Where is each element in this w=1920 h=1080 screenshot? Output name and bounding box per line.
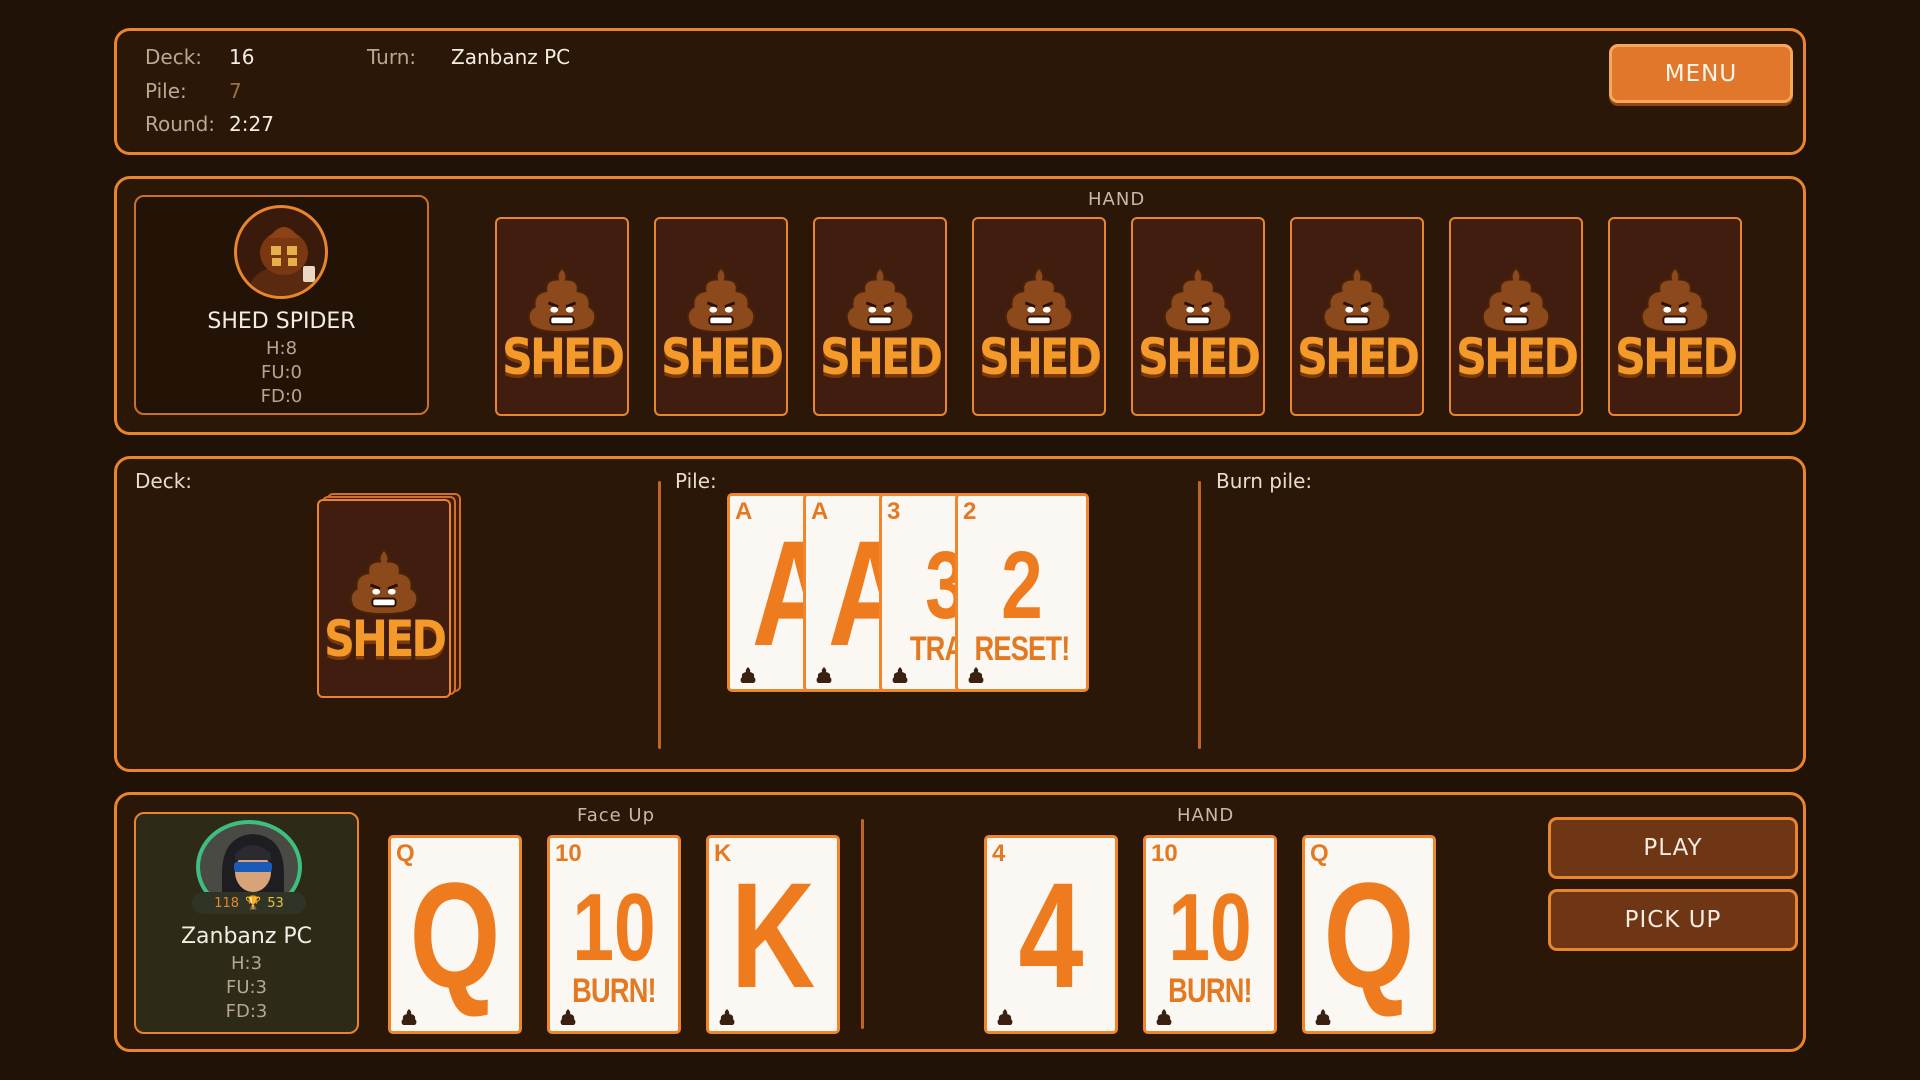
corner-poo-icon <box>1156 1009 1172 1025</box>
poo-mascot-icon <box>686 266 756 334</box>
face-up-card[interactable]: KK <box>706 835 840 1034</box>
card-back-text: SHED <box>1455 329 1579 387</box>
opponent-hand-card: SHED <box>972 217 1106 416</box>
poo-mascot-icon <box>1640 266 1710 334</box>
card-value: 4 <box>1018 851 1084 1019</box>
pile-card: 2 2 RESET! <box>955 493 1089 692</box>
opponent-panel: SHED SPIDER H:8 FU:0 FD:0 HAND SHED SHED S… <box>114 176 1806 435</box>
status-bar: Deck: 16 Pile: 7 Round: 2:27 Turn: Zanbanz P… <box>114 28 1806 155</box>
burn-pile-label: Burn pile: <box>1216 469 1313 493</box>
opponent-card: SHED SPIDER H:8 FU:0 FD:0 <box>134 195 429 415</box>
card-value: K <box>730 851 816 1019</box>
hand-card[interactable]: 10 10 BURN! <box>1143 835 1277 1034</box>
opponent-hand-card: SHED <box>495 217 629 416</box>
card-back-text: SHED <box>323 611 447 669</box>
trophies-count: 53 <box>267 895 284 911</box>
opponent-hand-card: SHED <box>1131 217 1265 416</box>
card-back-text: SHED <box>1614 329 1738 387</box>
poo-mascot-icon <box>1004 266 1074 334</box>
corner-poo-icon <box>401 1009 417 1025</box>
opponent-hand-label: HAND <box>1088 189 1146 210</box>
poo-mascot-icon <box>1163 266 1233 334</box>
corner-poo-icon <box>968 667 984 683</box>
poo-mascot-icon <box>1322 266 1392 334</box>
opponent-name: SHED SPIDER <box>207 309 356 334</box>
card-value: 2 <box>1001 532 1043 639</box>
card-effect: BURN! <box>572 972 656 1010</box>
player-badge: 118 🏆 53 <box>192 892 306 914</box>
hand-card[interactable]: QQ <box>1302 835 1436 1034</box>
player-face-up-count: FU:3 <box>225 977 268 998</box>
opponent-face-up-count: FU:0 <box>260 362 303 383</box>
pick-up-button[interactable]: PICK UP <box>1548 889 1798 951</box>
card-effect: BURN! <box>1168 972 1252 1010</box>
coins-count: 118 <box>214 895 240 911</box>
divider <box>658 481 661 749</box>
opponent-hand-card: SHED <box>813 217 947 416</box>
opponent-face-down-count: FD:0 <box>260 386 303 407</box>
card-effect: RESET! <box>974 630 1071 668</box>
opponent-hand-card: SHED <box>1290 217 1424 416</box>
opponent-avatar <box>234 205 328 299</box>
player-name: Zanbanz PC <box>180 924 313 949</box>
player-panel: 118 🏆 53 Zanbanz PC H:3 FU:3 FD:3 Face U… <box>114 792 1806 1052</box>
poo-mascot-icon <box>845 266 915 334</box>
corner-poo-icon <box>719 1009 735 1025</box>
turn-indicator: Turn: Zanbanz PC <box>367 45 571 69</box>
corner-poo-icon <box>892 667 908 683</box>
corner-poo-icon <box>560 1009 576 1025</box>
card-back-text: SHED <box>978 329 1102 387</box>
corner-poo-icon <box>1315 1009 1331 1025</box>
opponent-hand-card: SHED <box>1449 217 1583 416</box>
pile-count: Pile: 7 <box>145 79 242 103</box>
card-back-text: SHED <box>819 329 943 387</box>
deck-count: Deck: 16 <box>145 45 255 69</box>
card-rank: 10 <box>555 840 582 867</box>
deck-top-card: SHED <box>317 499 451 698</box>
opponent-hand-card: SHED <box>1608 217 1742 416</box>
card-back-text: SHED <box>501 329 625 387</box>
face-up-card[interactable]: 10 10 BURN! <box>547 835 681 1034</box>
poo-mascot-icon <box>1481 266 1551 334</box>
play-button[interactable]: PLAY <box>1548 817 1798 879</box>
card-back-text: SHED <box>660 329 784 387</box>
divider <box>861 819 864 1029</box>
opponent-hand-count: H:8 <box>265 338 298 359</box>
deck-label: Deck: <box>135 469 193 493</box>
pile-label: Pile: <box>675 469 717 493</box>
face-up-card[interactable]: QQ <box>388 835 522 1034</box>
corner-poo-icon <box>816 667 832 683</box>
card-back-text: SHED <box>1137 329 1261 387</box>
card-value: Q <box>1323 851 1415 1019</box>
card-back-text: SHED <box>1296 329 1420 387</box>
player-hand-count: H:3 <box>230 953 263 974</box>
card-rank: 10 <box>1151 840 1178 867</box>
hand-card[interactable]: 44 <box>984 835 1118 1034</box>
divider <box>1198 481 1201 749</box>
menu-button[interactable]: MENU <box>1609 44 1793 103</box>
card-rank: 3 <box>887 498 901 525</box>
corner-poo-icon <box>997 1009 1013 1025</box>
card-rank: 2 <box>963 498 977 525</box>
player-face-down-count: FD:3 <box>225 1001 268 1022</box>
card-value: 10 <box>1168 874 1252 981</box>
round-timer: Round: 2:27 <box>145 112 274 136</box>
card-value: 10 <box>572 874 656 981</box>
trophy-icon: 🏆 <box>245 895 262 911</box>
spider-avatar-icon <box>250 227 318 296</box>
opponent-hand-card: SHED <box>654 217 788 416</box>
table-panel: Deck: SHED Pile: A A A A 3 3 TRAN 2 2 RESET! Burn… <box>114 456 1806 772</box>
poo-mascot-icon <box>527 266 597 334</box>
corner-poo-icon <box>740 667 756 683</box>
player-hand-label: HAND <box>1177 805 1235 826</box>
poo-mascot-icon <box>349 548 419 616</box>
card-value: Q <box>409 851 501 1019</box>
player-card: 118 🏆 53 Zanbanz PC H:3 FU:3 FD:3 <box>134 812 359 1034</box>
face-up-label: Face Up <box>577 805 656 826</box>
